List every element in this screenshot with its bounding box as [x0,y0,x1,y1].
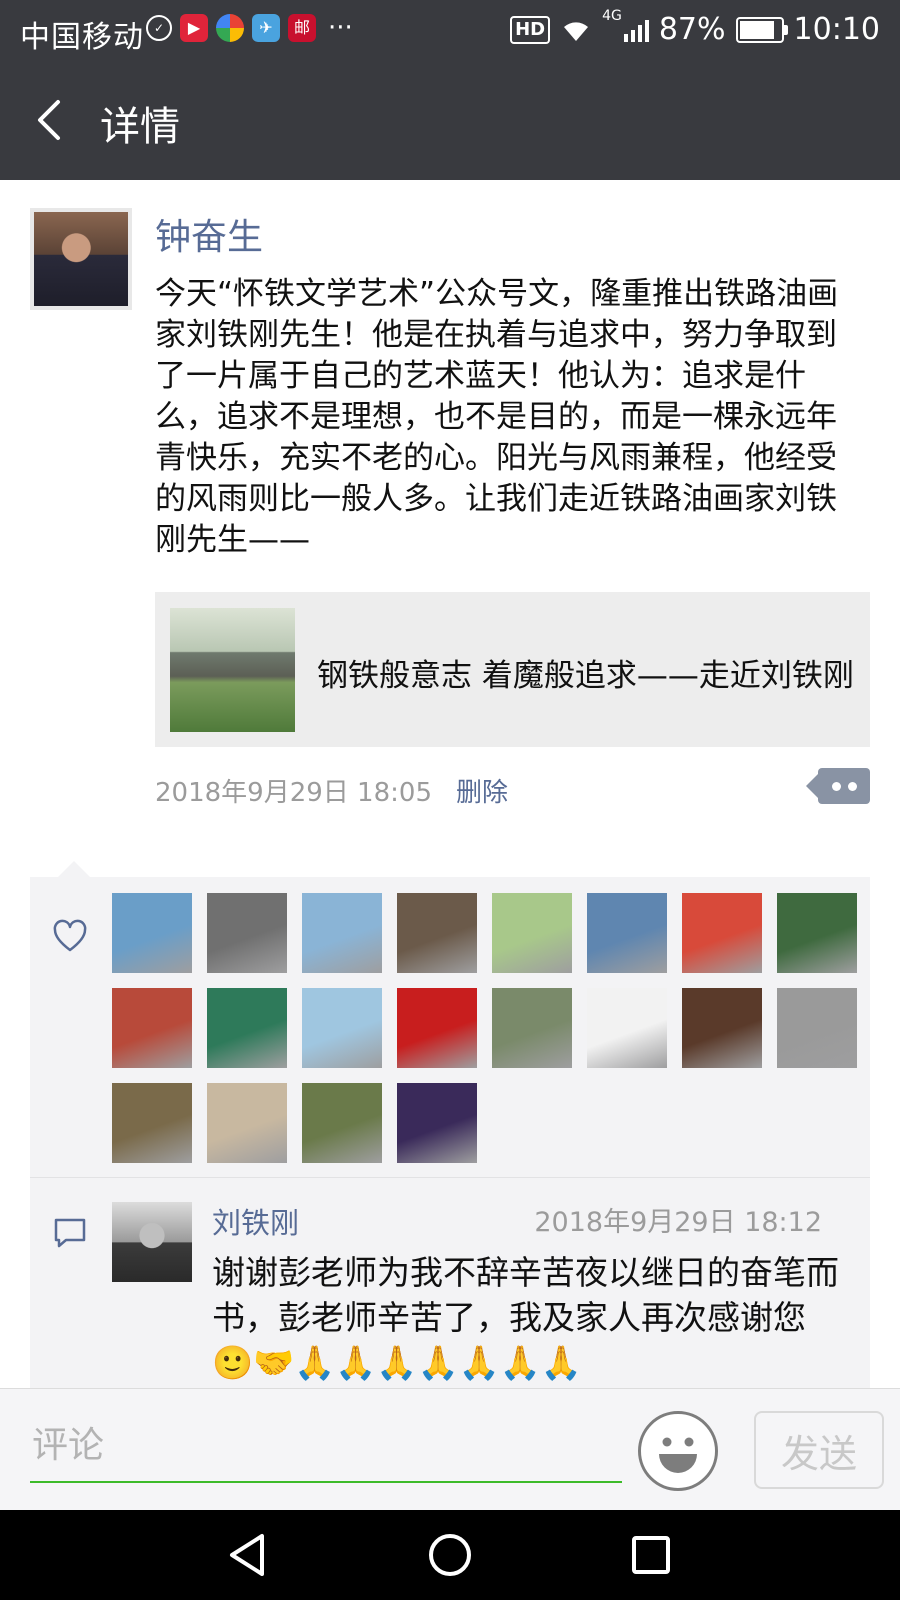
liker-avatar[interactable] [682,893,762,973]
comment-input[interactable] [30,1409,622,1483]
more-actions-button[interactable] [806,768,870,804]
back-arrow-icon[interactable] [24,90,84,150]
likes-section [30,861,870,1177]
emoji-button[interactable] [638,1411,718,1491]
liker-avatar[interactable] [587,893,667,973]
commenter-avatar[interactable] [112,1202,192,1282]
author-avatar[interactable] [30,208,132,310]
liker-avatar[interactable] [112,893,192,973]
video-app-icon: ▶ [180,14,208,42]
signal-icon [623,18,649,42]
clock: 10:10 [793,12,880,47]
comment-timestamp: 2018年9月29日 18:12 [534,1207,822,1238]
liker-avatars [112,893,857,1163]
wifi-icon [564,21,589,41]
post-timestamp: 2018年9月29日 18:05 [155,778,432,808]
battery-icon [735,16,788,43]
liker-avatar[interactable] [207,1083,287,1163]
liker-avatar[interactable] [777,988,857,1068]
hd-icon: HD [510,15,551,44]
battery-percent: 87% [658,12,726,47]
shield-icon: ✓ [146,15,172,41]
network-type: 4G [602,8,622,24]
send-button[interactable]: 发送 [754,1411,884,1489]
article-thumbnail [170,608,295,732]
shared-article-card[interactable]: 钢铁般意志 着魔般追求——走近刘铁刚 [155,592,870,747]
smiley-icon [659,1437,697,1473]
carrier-label: 中国移动 [20,20,144,55]
telegram-icon: ✈ [252,14,280,42]
liker-avatar[interactable] [397,893,477,973]
heart-icon [53,919,87,952]
liker-avatar[interactable] [397,1083,477,1163]
article-title: 钢铁般意志 着魔般追求——走近刘铁刚 [317,658,854,694]
comment-input-bar: 发送 [0,1388,900,1511]
liker-avatar[interactable] [492,988,572,1068]
liker-avatar[interactable] [207,988,287,1068]
post-text: 今天“怀铁文学艺术”公众号文，隆重推出铁路油画家刘铁刚先生！他是在执着与追求中，… [155,276,839,558]
browser-app-icon [216,14,244,42]
status-bar: 中国移动 ✓ ▶ ✈ 邮 ··· HD 4G 87% 10:10 [0,0,900,60]
liker-avatar[interactable] [682,988,762,1068]
post-app-icon: 邮 [288,14,316,42]
liker-avatar[interactable] [397,988,477,1068]
liker-avatar[interactable] [302,1083,382,1163]
page-title: 详情 [100,104,180,150]
nav-home-icon[interactable] [425,1530,475,1580]
more-notifications-icon: ··· [328,13,353,43]
liker-avatar[interactable] [777,893,857,973]
liker-avatar[interactable] [587,988,667,1068]
system-navigation-bar [0,1510,900,1600]
comment-icon [54,1218,86,1248]
liker-avatar[interactable] [112,1083,192,1163]
liker-avatar[interactable] [492,893,572,973]
status-right: HD 4G 87% 10:10 [510,8,880,47]
liker-avatar[interactable] [302,893,382,973]
liker-avatar[interactable] [302,988,382,1068]
liker-avatar[interactable] [207,893,287,973]
notification-icons: ✓ ▶ ✈ 邮 ··· [146,14,353,42]
nav-back-icon[interactable] [224,1530,274,1580]
nav-recents-icon[interactable] [626,1530,676,1580]
comment-text[interactable]: 谢谢彭老师为我不辞辛苦夜以继日的奋笔而书，彭老师辛苦了，我及家人再次感谢您🙂🤝🙏… [212,1250,842,1385]
author-name[interactable]: 钟奋生 [155,208,263,260]
delete-button[interactable]: 删除 [456,772,508,809]
commenter-name[interactable]: 刘铁刚 [212,1200,299,1242]
title-bar: 详情 [0,60,900,180]
comments-section: 刘铁刚 2018年9月29日 18:12 谢谢彭老师为我不辞辛苦夜以继日的奋笔而… [30,1177,870,1389]
liker-avatar[interactable] [112,988,192,1068]
